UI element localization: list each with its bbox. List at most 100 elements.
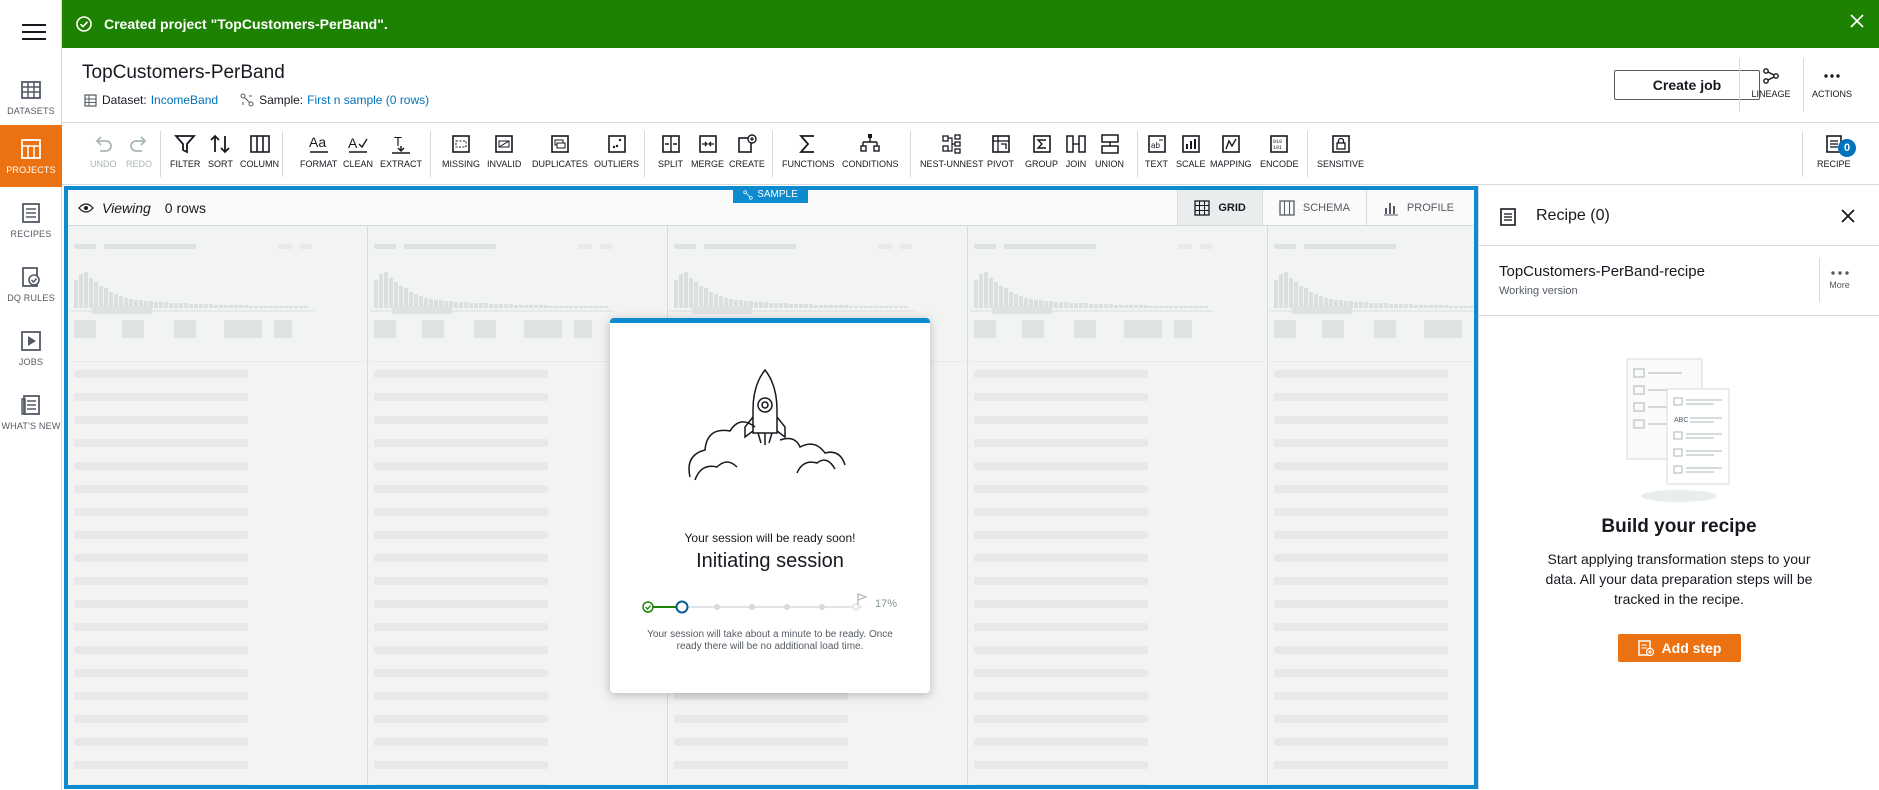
skeleton-bar bbox=[684, 272, 688, 308]
skeleton-bar bbox=[384, 272, 388, 308]
clean-button[interactable]: A CLEAN bbox=[343, 133, 373, 169]
missing-button[interactable]: MISSING bbox=[442, 133, 480, 169]
undo-button[interactable]: UNDO bbox=[90, 133, 117, 169]
skeleton-block bbox=[974, 531, 1148, 539]
nav-item-jobs[interactable]: JOBS bbox=[0, 317, 62, 379]
skeleton-block bbox=[70, 361, 364, 362]
merge-button[interactable]: MERGE bbox=[691, 133, 724, 169]
skeleton-block bbox=[74, 600, 248, 608]
nav-item-projects[interactable]: PROJECTS bbox=[0, 125, 62, 187]
banner-message: Created project "TopCustomers-PerBand". bbox=[104, 16, 388, 32]
table-icon bbox=[84, 93, 97, 107]
menu-icon[interactable] bbox=[22, 22, 46, 42]
mapping-label: MAPPING bbox=[1210, 159, 1252, 169]
skeleton-bar bbox=[754, 302, 758, 308]
recipe-more-button[interactable]: More bbox=[1819, 258, 1859, 302]
join-button[interactable]: JOIN bbox=[1065, 133, 1087, 169]
lineage-button[interactable]: LINEAGE bbox=[1743, 68, 1799, 99]
session-loading-dialog: Your session will be ready soon! Initiat… bbox=[610, 318, 930, 693]
outliers-button[interactable]: OUTLIERS bbox=[594, 133, 639, 169]
sensitive-button[interactable]: SENSITIVE bbox=[1317, 133, 1364, 169]
skeleton-bar bbox=[859, 306, 863, 308]
conditions-button[interactable]: CONDITIONS bbox=[842, 133, 899, 169]
skeleton-bar bbox=[1134, 305, 1138, 308]
skeleton-block bbox=[974, 646, 1148, 654]
add-step-button[interactable]: Add step bbox=[1618, 634, 1741, 662]
duplicates-button[interactable]: DUPLICATES bbox=[532, 133, 588, 169]
skeleton-bar bbox=[1054, 302, 1058, 308]
dataset-label: Dataset: bbox=[102, 93, 147, 107]
skeleton-block bbox=[1124, 320, 1162, 338]
actions-button[interactable]: ACTIONS bbox=[1804, 68, 1860, 99]
encode-button[interactable]: 010 101 ENCODE bbox=[1260, 133, 1299, 169]
close-icon[interactable] bbox=[1840, 208, 1856, 224]
conditions-label: CONDITIONS bbox=[842, 159, 899, 169]
dataset-link[interactable]: IncomeBand bbox=[151, 93, 218, 107]
nav-item-dq-rules[interactable]: DQ RULES bbox=[0, 253, 62, 315]
skeleton-block bbox=[1274, 508, 1448, 516]
scale-button[interactable]: SCALE bbox=[1176, 133, 1206, 169]
column-button[interactable]: COLUMN bbox=[240, 133, 279, 169]
create-button[interactable]: CREATE bbox=[729, 133, 765, 169]
sample-icon bbox=[240, 93, 254, 107]
invalid-label: INVALID bbox=[487, 159, 522, 169]
grid-icon bbox=[1194, 199, 1211, 216]
sample-tag: SAMPLE bbox=[733, 186, 808, 203]
skeleton-bar bbox=[199, 304, 203, 308]
skeleton-block bbox=[374, 784, 548, 785]
nav-label-whats-new: WHAT'S NEW bbox=[1, 420, 61, 431]
skeleton-bar bbox=[1369, 303, 1373, 308]
functions-button[interactable]: FUNCTIONS bbox=[782, 133, 835, 169]
filter-button[interactable]: FILTER bbox=[170, 133, 200, 169]
skeleton-bar bbox=[1454, 306, 1458, 308]
skeleton-block bbox=[1274, 623, 1448, 631]
format-button[interactable]: Aa FORMAT bbox=[300, 133, 337, 169]
tab-profile[interactable]: PROFILE bbox=[1365, 190, 1474, 225]
skeleton-block bbox=[392, 306, 452, 314]
skeleton-bar bbox=[1199, 306, 1203, 308]
mapping-button[interactable]: MAPPING bbox=[1210, 133, 1252, 169]
skeleton-block bbox=[974, 416, 1148, 424]
skeleton-bar bbox=[979, 274, 983, 308]
text-button[interactable]: ab TEXT bbox=[1145, 133, 1168, 169]
datasets-icon bbox=[21, 80, 41, 99]
skeleton-block bbox=[374, 531, 548, 539]
skeleton-bar bbox=[854, 306, 858, 308]
group-icon bbox=[1032, 135, 1051, 153]
skeleton-bar bbox=[1169, 306, 1173, 308]
skeleton-bar bbox=[594, 306, 598, 308]
tab-grid[interactable]: GRID bbox=[1177, 190, 1262, 225]
skeleton-block bbox=[1174, 320, 1192, 338]
nav-item-datasets[interactable]: DATASETS bbox=[0, 66, 62, 128]
union-button[interactable]: UNION bbox=[1095, 133, 1124, 169]
redo-button[interactable]: REDO bbox=[126, 133, 152, 169]
skeleton-bar bbox=[84, 272, 88, 308]
jobs-icon bbox=[21, 330, 41, 351]
skeleton-bar bbox=[864, 306, 868, 308]
sample-link[interactable]: First n sample (0 rows) bbox=[307, 93, 429, 107]
recipe-version-row[interactable]: TopCustomers-PerBand-recipe Working vers… bbox=[1479, 246, 1879, 316]
nav-item-whats-new[interactable]: WHAT'S NEW bbox=[0, 381, 62, 443]
skeleton-bar bbox=[474, 303, 478, 308]
skeleton-bar bbox=[839, 305, 843, 308]
invalid-button[interactable]: INVALID bbox=[487, 133, 521, 169]
skeleton-bar bbox=[214, 305, 218, 308]
extract-button[interactable]: T EXTRACT bbox=[380, 133, 422, 169]
close-banner-icon[interactable] bbox=[1849, 13, 1865, 29]
skeleton-bar bbox=[284, 306, 288, 308]
skeleton-bar bbox=[74, 280, 78, 308]
nav-item-recipes[interactable]: RECIPES bbox=[0, 189, 62, 251]
column-icon bbox=[249, 135, 270, 153]
skeleton-block bbox=[974, 320, 996, 338]
group-button[interactable]: GROUP bbox=[1025, 133, 1058, 169]
nest-unnest-button[interactable]: NEST-UNNEST bbox=[920, 133, 984, 169]
build-recipe-title: Build your recipe bbox=[1601, 516, 1757, 537]
schema-icon bbox=[1279, 199, 1295, 216]
pivot-button[interactable]: PIVOT bbox=[987, 133, 1014, 169]
svg-text:ABC: ABC bbox=[1674, 417, 1688, 424]
skeleton-bar bbox=[234, 305, 238, 308]
split-button[interactable]: SPLIT bbox=[658, 133, 683, 169]
dq-rules-icon bbox=[22, 266, 40, 287]
sort-button[interactable]: SORT bbox=[208, 133, 233, 169]
tab-schema[interactable]: SCHEMA bbox=[1261, 190, 1366, 225]
